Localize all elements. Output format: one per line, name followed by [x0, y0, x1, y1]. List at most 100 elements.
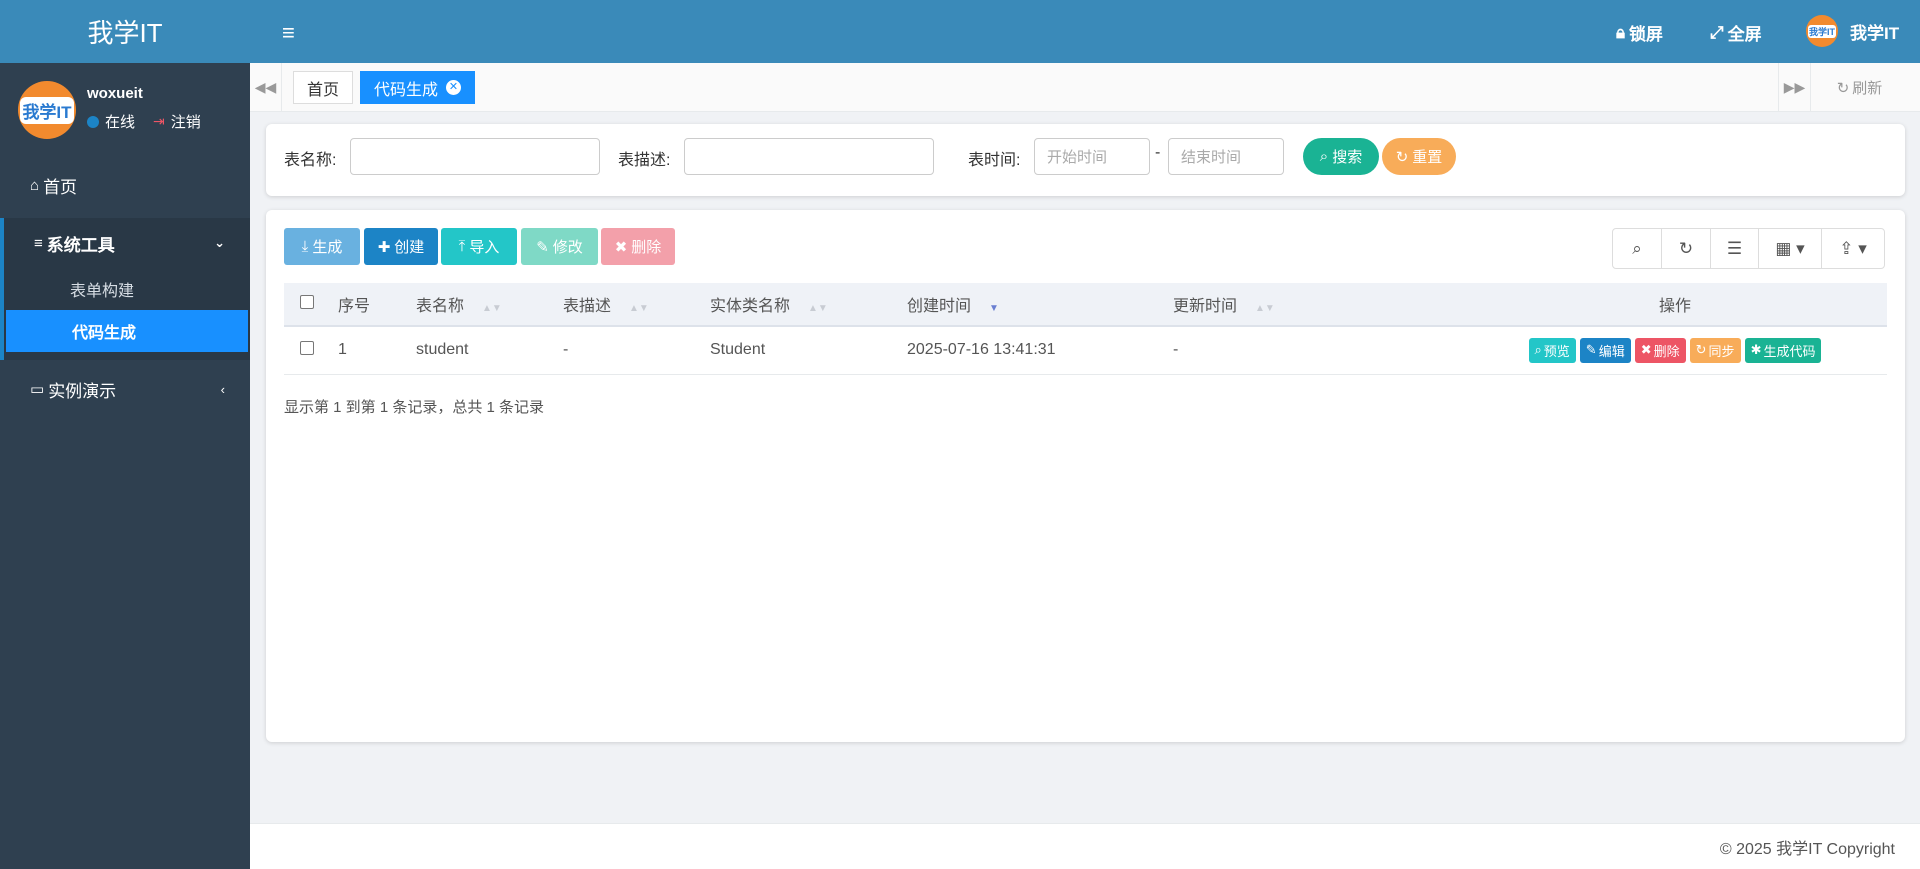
footer-copyright: © 2025 我学IT Copyright [250, 823, 1920, 869]
row-checkbox[interactable] [300, 340, 314, 355]
table-name-input[interactable] [350, 138, 600, 175]
cell-name: student [416, 326, 563, 375]
cell-desc: - [563, 326, 710, 375]
table-name-label: 表名称: [284, 152, 337, 169]
close-icon: ✖ [614, 238, 628, 256]
select-all-checkbox[interactable] [300, 294, 314, 309]
lock-label: 锁屏 [1629, 25, 1664, 44]
table-desc-label: 表描述: [618, 152, 671, 169]
data-table: 序号 表名称 ▲▼ 表描述 ▲▼ 实体类名称 ▲▼ 创建时间 ▼ 更新时间 ▲▼ 操作 1… [284, 283, 1887, 375]
cell-updated: - [1173, 326, 1463, 375]
online-label: 在线 [105, 114, 136, 131]
generate-button[interactable]: ⤓ 生成 [284, 228, 360, 265]
top-navbar: ≡ 🔒︎ 锁屏 ⤢ 全屏 我学IT 我学IT [250, 0, 1920, 63]
desktop-icon: ▭ [30, 381, 45, 398]
lock-icon: 🔒︎ [1616, 22, 1626, 42]
edit-icon: ✎ [536, 238, 549, 256]
import-button[interactable]: ⤒ 导入 [441, 228, 517, 265]
end-time-input[interactable]: 结束时间 [1168, 138, 1284, 175]
refresh-icon: ↻ [1836, 79, 1850, 97]
range-separator: - [1155, 144, 1161, 161]
col-updated[interactable]: 更新时间 ▲▼ [1173, 283, 1463, 327]
col-created[interactable]: 创建时间 ▼ [907, 283, 1173, 327]
menu-toggle-icon[interactable]: ≡ [282, 20, 295, 46]
refresh-icon: ↻ [1395, 148, 1409, 166]
sidebar-item-label: 系统工具 [46, 235, 115, 255]
card-view-icon[interactable]: ☰ [1710, 229, 1758, 268]
export-icon[interactable]: ⇪ ▾ [1821, 229, 1884, 268]
col-desc[interactable]: 表描述 ▲▼ [563, 283, 710, 327]
col-entity[interactable]: 实体类名称 ▲▼ [710, 283, 907, 327]
refresh-icon[interactable]: ↻ [1661, 229, 1710, 268]
search-icon: ⌕ [1319, 148, 1329, 165]
refresh-icon: ↻ [1695, 342, 1707, 358]
search-button-label: 搜索 [1332, 149, 1363, 166]
op-label: 预览 [1543, 343, 1570, 359]
tab-label: 首页 [307, 81, 340, 99]
sidebar-item-label: 实例演示 [48, 381, 117, 401]
col-name[interactable]: 表名称 ▲▼ [416, 283, 563, 327]
chevron-down-icon: ⌄ [214, 235, 225, 250]
row-edit-button[interactable]: ✎ 编辑 [1579, 337, 1631, 363]
col-ops: 操作 [1463, 283, 1887, 327]
tab-home[interactable]: 首页 [293, 71, 354, 104]
sync-button[interactable]: ↻ 同步 [1689, 337, 1741, 363]
tab-code-gen[interactable]: 代码生成 ✕ [360, 71, 476, 104]
cell-index: 1 [338, 326, 416, 375]
gen-code-button[interactable]: ✱ 生成代码 [1744, 337, 1822, 363]
table-row: 1 student - Student 2025-07-16 13:41:31 … [284, 326, 1887, 375]
expand-icon: ⤢ [1710, 22, 1724, 42]
tabs-scroll-left-icon[interactable]: ◀◀ [250, 63, 282, 112]
fullscreen-button[interactable]: ⤢ 全屏 [1710, 20, 1762, 45]
table-time-label: 表时间: [968, 152, 1021, 169]
user-status: 在线 ⇥ 注销 [87, 111, 201, 132]
delete-label: 删除 [631, 239, 662, 256]
table-desc-input[interactable] [684, 138, 934, 175]
lock-screen-button[interactable]: 🔒︎ 锁屏 [1616, 20, 1663, 45]
brand-logo-text: 我学IT [0, 0, 250, 63]
user-menu[interactable]: 我学IT 我学IT [1806, 15, 1899, 47]
refresh-label: 刷新 [1852, 80, 1883, 97]
search-form: 表名称: 表描述: 表时间: 开始时间 - 结束时间 ⌕ 搜索 ↻ 重置 [266, 124, 1905, 196]
user-panel: 我学IT woxueit 在线 ⇥ 注销 [0, 63, 250, 153]
home-icon: ⌂ [30, 176, 40, 194]
sidebar-item-demo[interactable]: ▭ 实例演示 ‹ [0, 364, 250, 414]
search-icon: ⌕ [1534, 342, 1542, 358]
edit-button[interactable]: ✎ 修改 [521, 228, 598, 265]
edit-icon: ✎ [1585, 342, 1597, 358]
sidebar-item-system-tools[interactable]: ≡ 系统工具 ⌄ [4, 218, 250, 268]
fullscreen-label: 全屏 [1727, 25, 1762, 44]
create-button[interactable]: ✚ 创建 [364, 228, 438, 265]
close-icon[interactable]: ✕ [446, 80, 462, 95]
avatar: 我学IT [18, 81, 76, 139]
refresh-tab-button[interactable]: ↻ 刷新 [1810, 63, 1908, 112]
select-all-header [284, 283, 338, 327]
table-header-row: 序号 表名称 ▲▼ 表描述 ▲▼ 实体类名称 ▲▼ 创建时间 ▼ 更新时间 ▲▼ 操作 [284, 283, 1887, 327]
table-toolbar: ⌕ ↻ ☰ ▦ ▾ ⇪ ▾ [1612, 228, 1885, 269]
sidebar-item-home[interactable]: ⌂ 首页 [0, 160, 250, 210]
start-time-input[interactable]: 开始时间 [1034, 138, 1150, 175]
op-label: 生成代码 [1763, 343, 1816, 359]
logout-link[interactable]: 注销 [171, 111, 201, 132]
delete-button[interactable]: ✖ 删除 [601, 228, 675, 265]
table-panel: ⤓ 生成 ✚ 创建 ⤒ 导入 ✎ 修改 ✖ 删除 ⌕ ↻ ☰ ▦ ▾ ⇪ ▾ 序号 表名称… [266, 210, 1905, 742]
import-label: 导入 [469, 239, 500, 256]
sidebar-subitem-code-gen[interactable]: 代码生成 [6, 310, 248, 352]
tabs-scroll-right-icon[interactable]: ▶▶ [1778, 63, 1810, 112]
op-label: 同步 [1708, 343, 1735, 359]
sort-desc-icon: ▼ [989, 303, 999, 314]
col-index: 序号 [338, 283, 416, 327]
op-label: 编辑 [1598, 343, 1625, 359]
col-label: 更新时间 [1173, 298, 1238, 315]
search-button[interactable]: ⌕ 搜索 [1303, 138, 1379, 175]
columns-icon[interactable]: ▦ ▾ [1758, 229, 1821, 268]
online-dot-icon [87, 115, 99, 128]
search-toggle-icon[interactable]: ⌕ [1613, 229, 1661, 268]
avatar: 我学IT [1806, 15, 1838, 47]
sort-icon: ▲▼ [482, 303, 502, 314]
sidebar-subitem-form-builder[interactable]: 表单构建 [4, 268, 250, 310]
reset-button[interactable]: ↻ 重置 [1382, 138, 1456, 175]
logout-icon[interactable]: ⇥ [153, 113, 165, 130]
preview-button[interactable]: ⌕ 预览 [1528, 337, 1576, 363]
row-delete-button[interactable]: ✖ 删除 [1634, 337, 1686, 363]
